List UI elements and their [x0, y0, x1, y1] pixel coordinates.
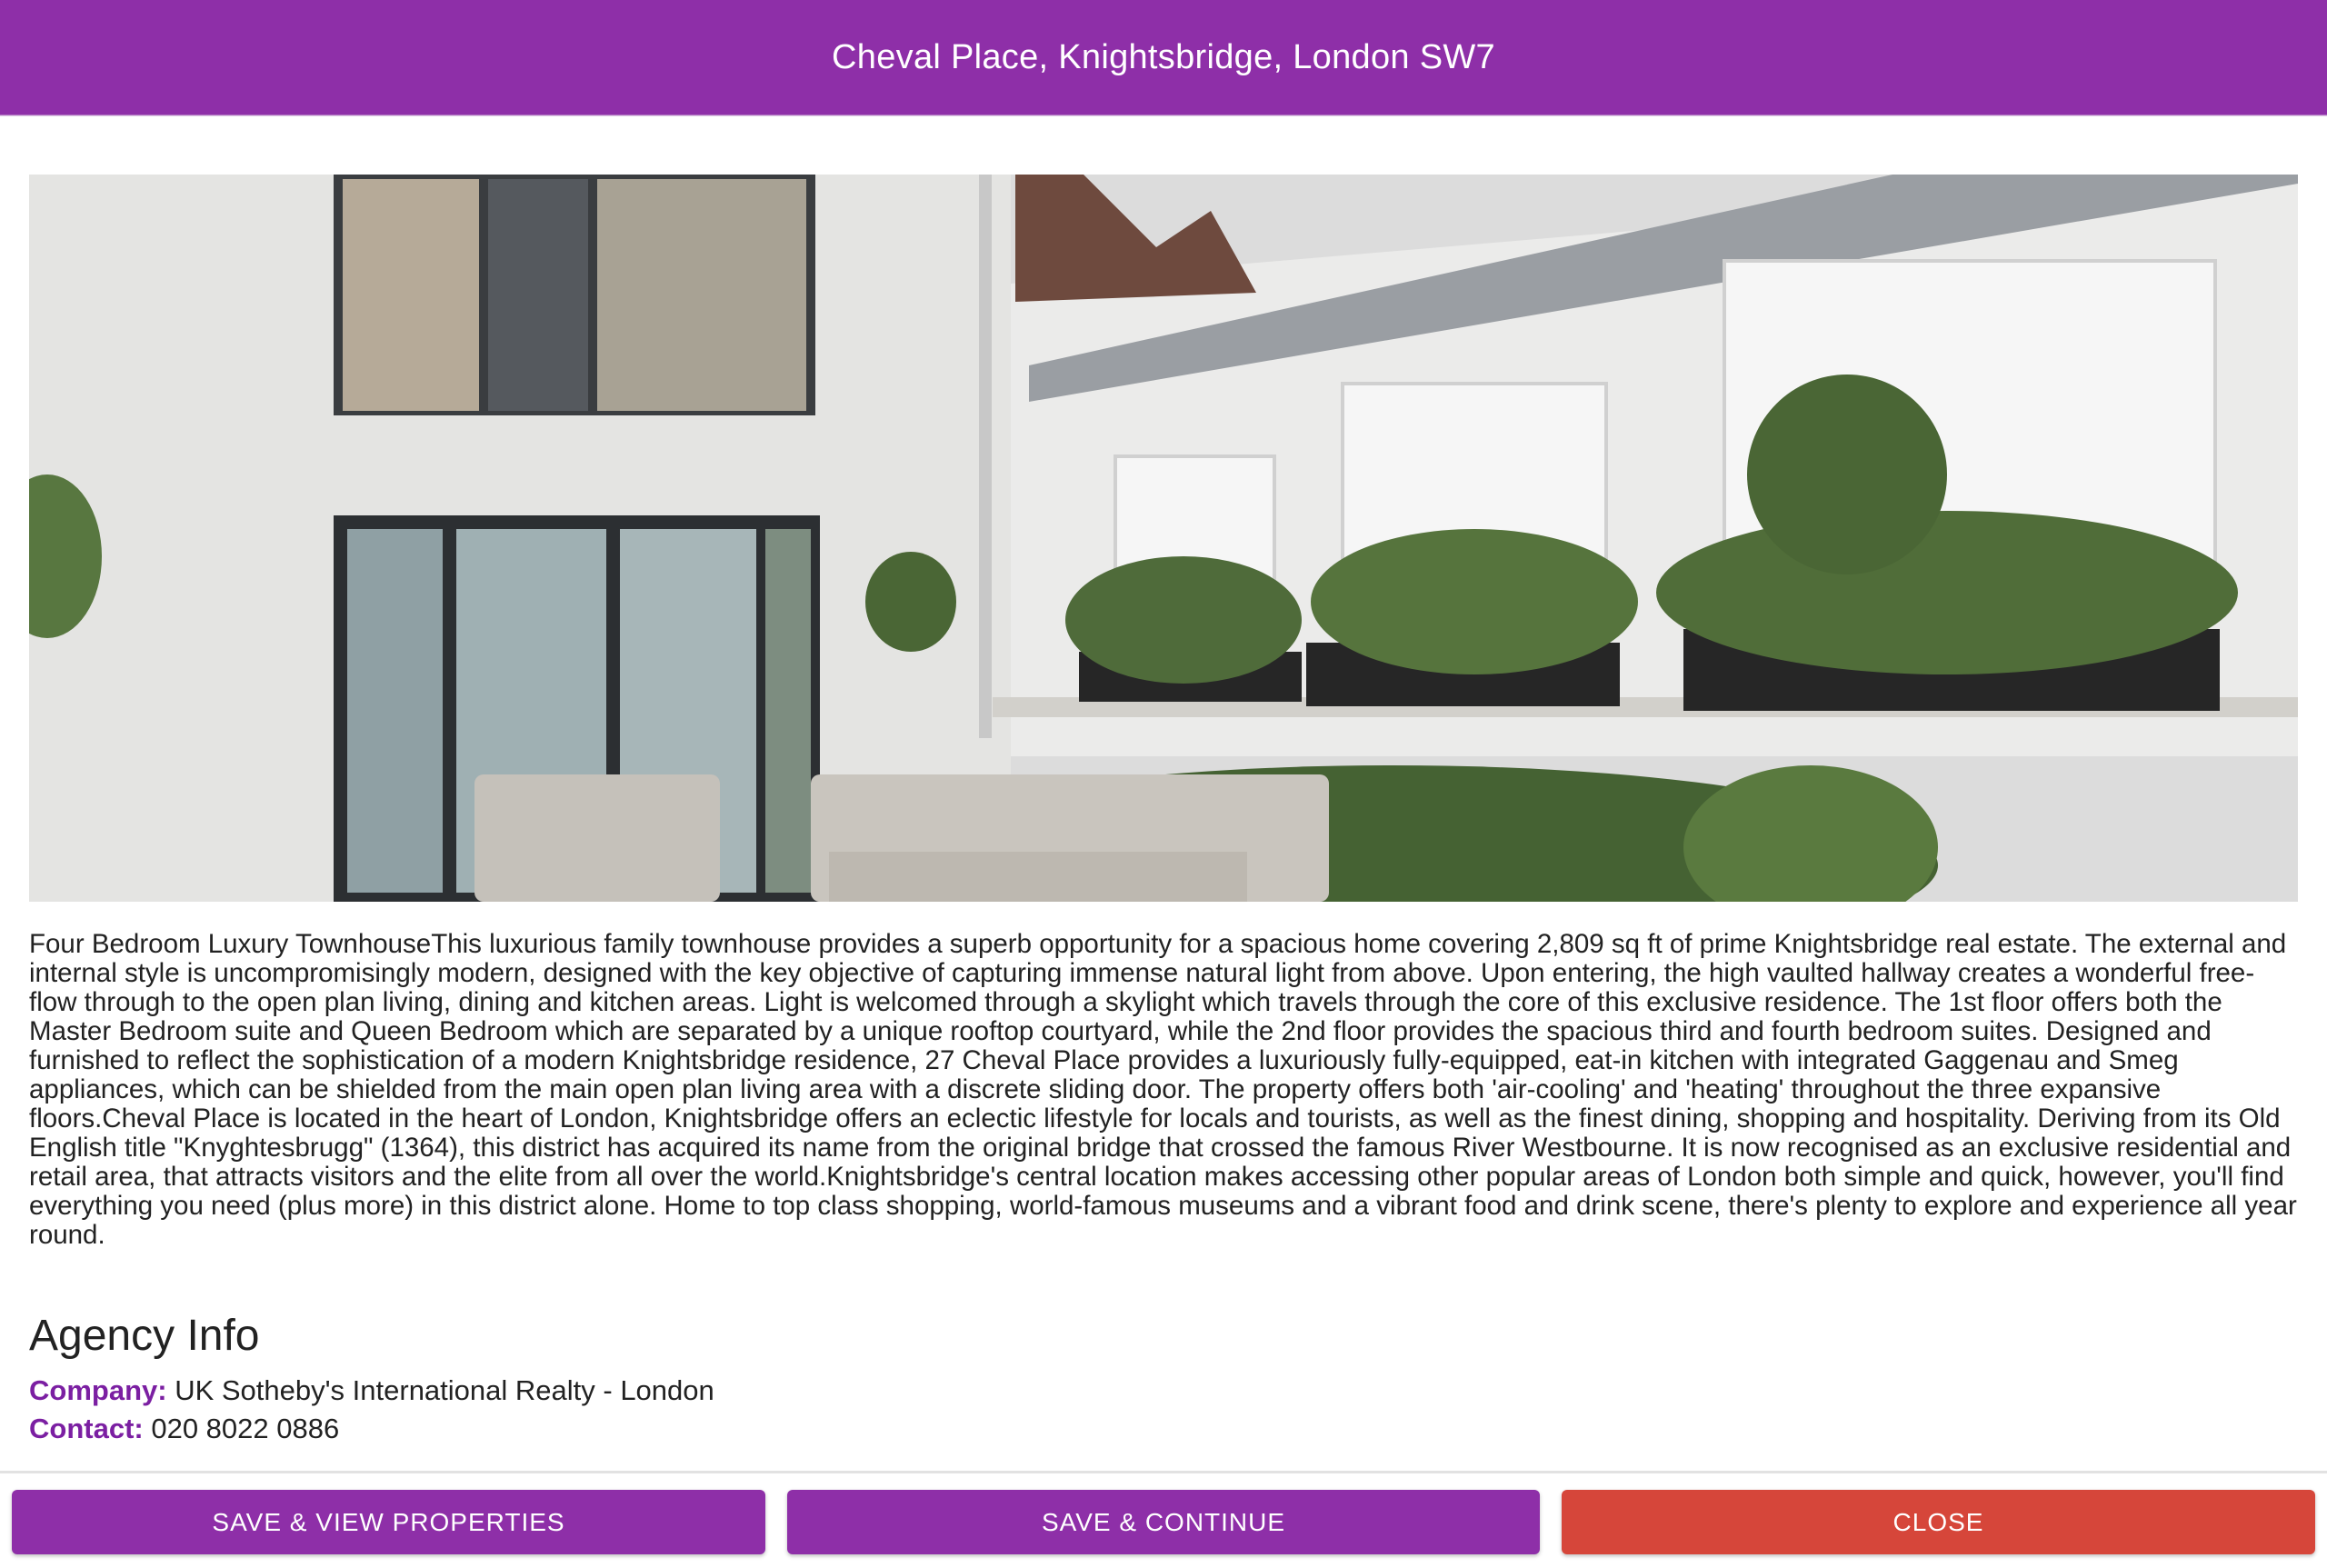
listing-content[interactable]: Four Bedroom Luxury TownhouseThis luxuri…: [0, 115, 2327, 1473]
contact-value: 020 8022 0886: [151, 1413, 340, 1444]
agency-company-row: Company: UK Sotheby's International Real…: [29, 1374, 714, 1407]
hero-image: [29, 175, 2298, 902]
close-button[interactable]: CLOSE: [1562, 1490, 2315, 1554]
header-divider: [0, 115, 2327, 116]
save-and-view-properties-button[interactable]: SAVE & VIEW PROPERTIES: [12, 1490, 765, 1554]
agency-info-heading: Agency Info: [29, 1312, 260, 1360]
agency-contact-row: Contact: 020 8022 0886: [29, 1413, 339, 1445]
company-value: UK Sotheby's International Realty - Lond…: [175, 1374, 714, 1406]
listing-description: Four Bedroom Luxury TownhouseThis luxuri…: [29, 929, 2297, 1250]
listing-detail-page: Cheval Place, Knightsbridge, London SW7: [0, 0, 2327, 1568]
courtyard-photo-icon: [29, 175, 2298, 902]
save-and-continue-button[interactable]: SAVE & CONTINUE: [787, 1490, 1540, 1554]
company-label: Company:: [29, 1374, 167, 1406]
header-bar: Cheval Place, Knightsbridge, London SW7: [0, 0, 2327, 115]
action-bar: SAVE & VIEW PROPERTIES SAVE & CONTINUE C…: [0, 1473, 2327, 1568]
contact-label: Contact:: [29, 1413, 144, 1444]
page-title: Cheval Place, Knightsbridge, London SW7: [832, 38, 1495, 76]
